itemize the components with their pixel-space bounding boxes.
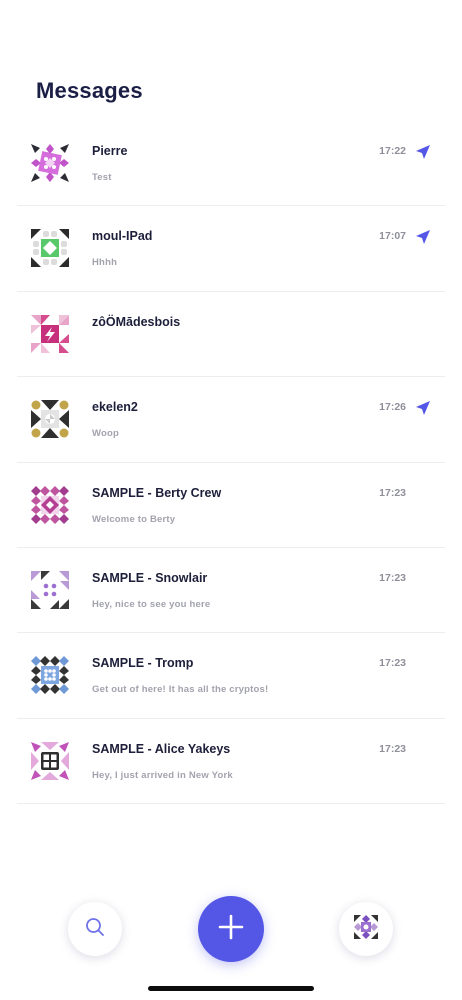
account-button[interactable]: [339, 902, 393, 956]
conversation-row-ekelen2[interactable]: ekelen2 Woop 17:26: [17, 377, 445, 463]
conversation-time: 17:23: [379, 486, 406, 499]
search-button[interactable]: [68, 902, 122, 956]
conversation-time: 17:23: [379, 742, 406, 755]
zoomadesbois-avatar-icon: [31, 314, 69, 353]
conversation-row-berty-crew[interactable]: SAMPLE - Berty Crew Welcome to Berty 17:…: [17, 463, 445, 548]
sent-arrow-icon: [414, 143, 432, 161]
account-avatar-icon: [354, 914, 378, 944]
pierre-avatar-icon: [31, 144, 69, 182]
conversation-preview: Woop: [92, 428, 120, 440]
conversation-row-pierre[interactable]: Pierre Test 17:22: [17, 121, 445, 207]
conversation-preview: Test: [92, 172, 112, 183]
tromp-avatar-icon: [31, 656, 69, 695]
sent-arrow-icon: [414, 228, 432, 246]
conversation-time: 17:22: [379, 145, 406, 157]
conversation-row-snowlair[interactable]: SAMPLE - Snowlair Hey, nice to see you h…: [17, 548, 445, 634]
conversation-preview: Get out of here! It has all the cryptos!: [92, 684, 269, 696]
conversation-row-tromp[interactable]: SAMPLE - Tromp Get out of here! It has a…: [17, 633, 445, 719]
conversation-list: Pierre Test 17:22 moul-IPad Hhhh 17:07 z…: [17, 121, 445, 805]
conversation-time: 17:23: [379, 657, 406, 670]
conversation-time: 17:07: [379, 230, 406, 243]
home-indicator: [148, 986, 314, 991]
plus-icon: [217, 913, 245, 946]
moul-ipad-avatar-icon: [31, 229, 69, 268]
conversation-time: 17:26: [379, 401, 406, 414]
conversation-name: SAMPLE - Berty Crew: [92, 485, 222, 500]
conversation-row-moul-ipad[interactable]: moul-IPad Hhhh 17:07: [17, 206, 445, 292]
sent-arrow-icon: [414, 399, 432, 417]
conversation-time: 17:23: [379, 571, 406, 584]
conversation-preview: Welcome to Berty: [92, 513, 176, 525]
conversation-name: SAMPLE - Snowlair: [92, 570, 208, 585]
conversation-row-zoomadesbois[interactable]: zôÖMādesbois: [17, 292, 445, 378]
ekelen2-avatar-icon: [31, 400, 69, 439]
conversation-preview: Hey, nice to see you here: [92, 598, 211, 610]
page-title: Messages: [36, 78, 143, 103]
conversation-row-alice-yakeys[interactable]: SAMPLE - Alice Yakeys Hey, I just arrive…: [17, 719, 445, 805]
berty-crew-avatar-icon: [31, 485, 69, 524]
conversation-name: Pierre: [92, 144, 128, 158]
conversation-name: zôÖMādesbois: [92, 314, 181, 329]
conversation-name: SAMPLE - Alice Yakeys: [92, 741, 231, 756]
snowlair-avatar-icon: [31, 570, 69, 609]
conversation-name: SAMPLE - Tromp: [92, 656, 194, 671]
alice-yakeys-avatar-icon: [31, 741, 69, 780]
new-conversation-button[interactable]: [198, 896, 264, 962]
search-icon: [84, 916, 106, 943]
conversation-name: ekelen2: [92, 400, 138, 415]
conversation-preview: Hhhh: [92, 257, 118, 269]
conversation-preview: Hey, I just arrived in New York: [92, 769, 233, 781]
conversation-name: moul-IPad: [92, 229, 153, 244]
bottom-navigation: [0, 890, 462, 1000]
